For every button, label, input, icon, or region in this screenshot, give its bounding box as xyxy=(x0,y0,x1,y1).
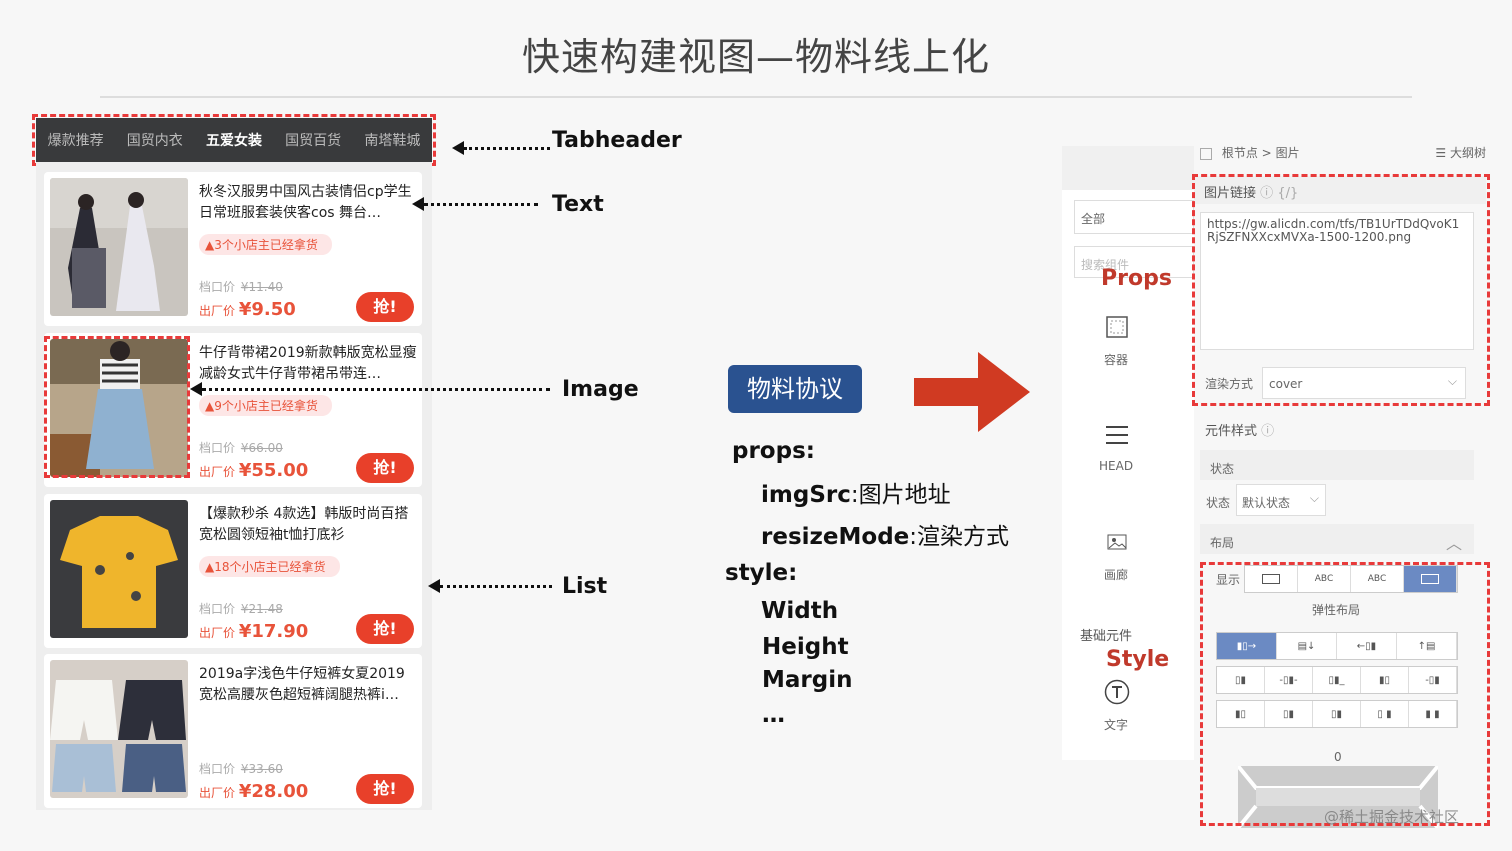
text-icon xyxy=(1104,679,1130,705)
style-width: Width xyxy=(761,598,839,624)
title-divider xyxy=(100,96,1412,98)
original-price: 档口价 ¥21.48 xyxy=(199,602,283,616)
props-key: props: xyxy=(732,438,815,464)
sold-badge: ▲3个小店主已经拿货 xyxy=(199,234,332,255)
arrow-head xyxy=(452,141,464,155)
annotation-tabheader: Tabheader xyxy=(552,128,682,153)
component-panel-header xyxy=(1062,146,1194,190)
product-name: 【爆款秒杀 4款选】韩版时尚百搭宽松圆领短袖t恤打底衫 xyxy=(199,506,409,543)
style-label: Style xyxy=(1106,647,1170,672)
props-highlight xyxy=(1192,174,1490,406)
arrow-line xyxy=(202,388,550,391)
chevron-down-icon: ⌵ xyxy=(1309,491,1319,505)
layout-header[interactable]: 布局 ︿ xyxy=(1200,524,1474,554)
basic-section: 基础元件 xyxy=(1080,629,1133,644)
factory-price: 出厂价 ¥17.90 xyxy=(199,621,309,642)
list-item[interactable]: 秋冬汉服男中国风古装情侣cp学生日常班服套装侠客cos 舞台… ▲3个小店主已经… xyxy=(44,172,422,326)
slide-title: 快速构建视图—物料线上化 xyxy=(521,35,990,79)
imgsrc-line: imgSrc:图片地址 xyxy=(761,482,951,508)
outline-tree[interactable]: ☰ 大纲树 xyxy=(1435,144,1486,161)
arrow-head xyxy=(190,382,202,396)
component-container[interactable]: 容器 xyxy=(1104,351,1128,368)
resizemode-line: resizeMode:渲染方式 xyxy=(761,524,1010,550)
arrow-line xyxy=(464,147,550,150)
product-name: 牛仔背带裙2019新款韩版宽松显瘦减龄女式牛仔背带裙吊带连… xyxy=(199,345,417,382)
original-price: 档口价 ¥33.60 xyxy=(199,762,283,776)
original-price: 档口价 ¥11.40 xyxy=(199,280,283,294)
factory-price: 出厂价 ¥28.00 xyxy=(199,781,309,802)
breadcrumb: 根节点 > 图片 ☰ 大纲树 xyxy=(1200,144,1486,162)
buy-button[interactable]: 抢! xyxy=(356,614,414,644)
style-key: style: xyxy=(725,560,798,586)
sold-badge: ▲18个小店主已经拿货 xyxy=(199,556,340,577)
arrow-head xyxy=(412,197,424,211)
annotation-image: Image xyxy=(562,377,639,402)
product-image xyxy=(50,500,188,638)
arrow-head xyxy=(428,579,440,593)
annotation-list: List xyxy=(562,574,608,599)
product-name: 秋冬汉服男中国风古装情侣cp学生日常班服套装侠客cos 舞台… xyxy=(199,184,412,221)
style-height: Height xyxy=(762,634,849,660)
state-label: 状态 xyxy=(1206,496,1231,510)
tabheader-highlight xyxy=(32,114,436,166)
list-item[interactable]: 【爆款秒杀 4款选】韩版时尚百搭宽松圆领短袖t恤打底衫 ▲18个小店主已经拿货 … xyxy=(44,494,422,648)
buy-button[interactable]: 抢! xyxy=(356,292,414,322)
style-highlight xyxy=(1200,562,1490,826)
element-style-label: 元件样式 ⓘ xyxy=(1205,424,1275,439)
menu-icon xyxy=(1106,426,1128,444)
checkbox-icon[interactable] xyxy=(1200,147,1212,160)
product-image xyxy=(50,660,188,798)
annotation-text: Text xyxy=(552,192,604,217)
state-select[interactable]: 默认状态 ⌵ xyxy=(1236,484,1326,516)
arrow-line xyxy=(424,203,538,206)
sold-badge: ▲9个小店主已经拿货 xyxy=(199,395,332,416)
image-highlight xyxy=(44,336,190,478)
gallery-icon xyxy=(1107,534,1127,550)
arrow-line xyxy=(440,585,552,588)
component-gallery[interactable]: 画廊 xyxy=(1104,566,1128,583)
product-image xyxy=(50,178,188,316)
style-margin: Margin xyxy=(762,667,853,693)
filter-select[interactable]: 全部 xyxy=(1074,200,1194,234)
props-label: Props xyxy=(1101,266,1172,291)
container-icon xyxy=(1106,316,1128,338)
buy-button[interactable]: 抢! xyxy=(356,453,414,483)
product-name: 2019a字浅色牛仔短裤女夏2019宽松高腰灰色超短裤阔腿热裤i… xyxy=(199,666,405,703)
chevron-up-icon: ︿ xyxy=(1445,534,1462,553)
watermark: @稀土掘金技术社区 xyxy=(1324,808,1460,826)
component-head[interactable]: HEAD xyxy=(1099,459,1133,473)
component-text[interactable]: 文字 xyxy=(1104,716,1128,733)
state-header: 状态 xyxy=(1200,450,1474,480)
style-more: … xyxy=(762,702,785,728)
original-price: 档口价 ¥66.00 xyxy=(199,441,283,455)
list-item[interactable]: 2019a字浅色牛仔短裤女夏2019宽松高腰灰色超短裤阔腿热裤i… 档口价 ¥3… xyxy=(44,654,422,808)
buy-button[interactable]: 抢! xyxy=(356,774,414,804)
material-protocol-button[interactable]: 物料协议 xyxy=(728,365,862,413)
factory-price: 出厂价 ¥55.00 xyxy=(199,460,309,481)
right-arrow-icon xyxy=(914,352,1030,432)
factory-price: 出厂价 ¥9.50 xyxy=(199,299,296,320)
